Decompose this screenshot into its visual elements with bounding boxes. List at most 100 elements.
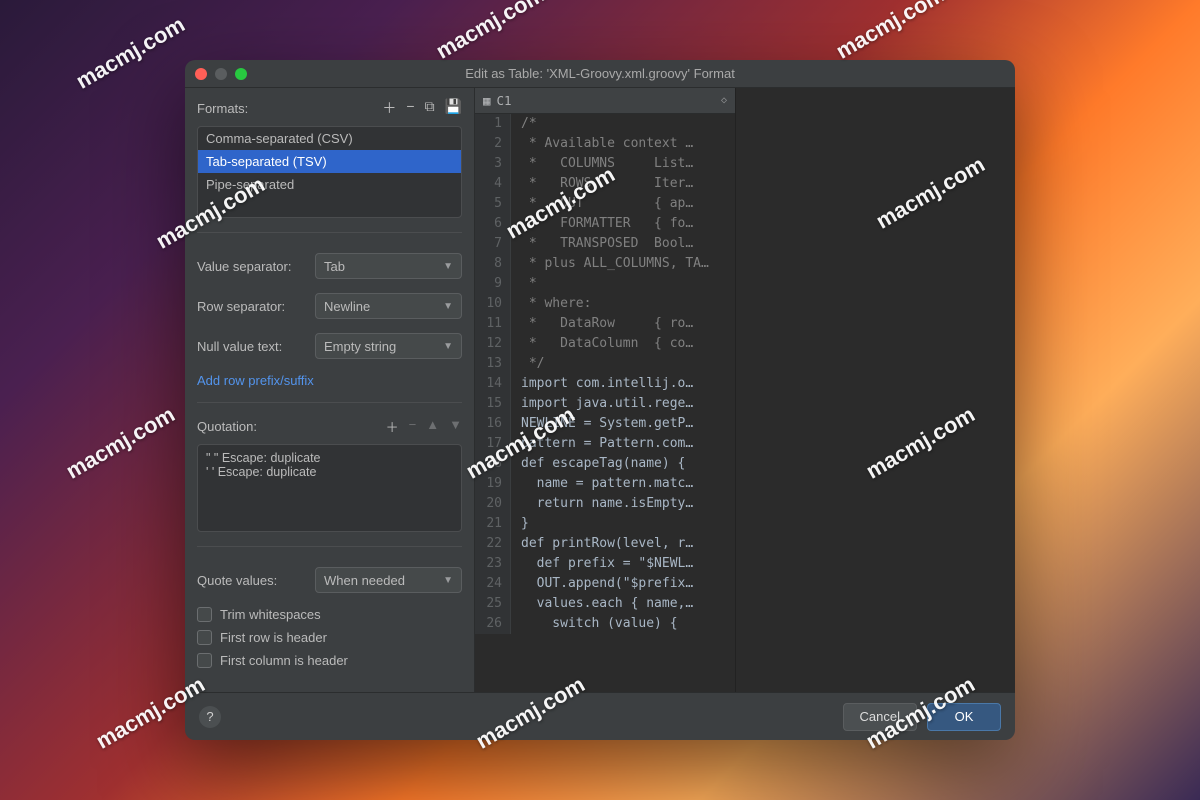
code-line[interactable]: 20 return name.isEmpty…: [475, 494, 735, 514]
code-line[interactable]: 8 * plus ALL_COLUMNS, TA…: [475, 254, 735, 274]
quotation-label: Quotation:: [197, 419, 257, 434]
dialog-window: Edit as Table: 'XML-Groovy.xml.groovy' F…: [185, 60, 1015, 740]
code-line[interactable]: 26 switch (value) {: [475, 614, 735, 634]
code-line[interactable]: 12 * DataColumn { co…: [475, 334, 735, 354]
right-panel: ▦ C1 ◇ 1/*2 * Available context …3 * COL…: [475, 88, 1015, 692]
watermark-text: macmj.com: [62, 401, 180, 484]
chevron-down-icon: ▼: [443, 301, 453, 312]
null-text-label: Null value text:: [197, 339, 307, 354]
value-separator-label: Value separator:: [197, 259, 307, 274]
code-line[interactable]: 16NEWLINE = System.getP…: [475, 414, 735, 434]
code-line[interactable]: 13 */: [475, 354, 735, 374]
code-line[interactable]: 17pattern = Pattern.com…: [475, 434, 735, 454]
watermark-text: macmj.com: [432, 0, 550, 65]
left-panel: Formats: ＋ − ⧉ 💾 Comma-separated (CSV) T…: [185, 88, 475, 692]
formats-label: Formats:: [197, 101, 248, 116]
trim-whitespace-check[interactable]: Trim whitespaces: [197, 607, 462, 622]
code-line[interactable]: 19 name = pattern.matc…: [475, 474, 735, 494]
sort-icon[interactable]: ◇: [721, 95, 727, 106]
code-line[interactable]: 10 * where:: [475, 294, 735, 314]
code-line[interactable]: 15import java.util.rege…: [475, 394, 735, 414]
code-line[interactable]: 4 * ROWS Iter…: [475, 174, 735, 194]
dialog-content: Formats: ＋ − ⧉ 💾 Comma-separated (CSV) T…: [185, 88, 1015, 692]
check-label: First row is header: [220, 630, 327, 645]
null-text-value: Empty string: [324, 339, 396, 354]
watermark-text: macmj.com: [832, 0, 950, 65]
null-text-select[interactable]: Empty string ▼: [315, 333, 462, 359]
checkbox-icon: [197, 607, 212, 622]
value-separator-select[interactable]: Tab ▼: [315, 253, 462, 279]
code-line[interactable]: 2 * Available context …: [475, 134, 735, 154]
add-icon[interactable]: ＋: [382, 98, 396, 118]
code-column-header[interactable]: ▦ C1 ◇: [475, 88, 735, 114]
code-line[interactable]: 18def escapeTag(name) {: [475, 454, 735, 474]
code-line[interactable]: 25 values.each { name,…: [475, 594, 735, 614]
code-line[interactable]: 23 def prefix = "$NEWL…: [475, 554, 735, 574]
code-line[interactable]: 1/*: [475, 114, 735, 134]
remove-icon[interactable]: −: [406, 98, 414, 118]
quotation-header: Quotation: ＋ − ▲ ▼: [197, 417, 462, 436]
save-icon: 💾: [445, 98, 462, 118]
checkbox-icon: [197, 653, 212, 668]
traffic-lights: [195, 68, 247, 80]
code-editor[interactable]: ▦ C1 ◇ 1/*2 * Available context …3 * COL…: [475, 88, 735, 692]
code-line[interactable]: 9 *: [475, 274, 735, 294]
checkbox-icon: [197, 630, 212, 645]
copy-icon[interactable]: ⧉: [425, 98, 435, 118]
quotation-toolbar: ＋ − ▲ ▼: [386, 417, 462, 436]
quotation-list[interactable]: " " Escape: duplicate ' ' Escape: duplic…: [197, 444, 462, 532]
add-prefix-link[interactable]: Add row prefix/suffix: [197, 373, 462, 388]
code-line[interactable]: 5 * OUT { ap…: [475, 194, 735, 214]
row-separator-row: Row separator: Newline ▼: [197, 293, 462, 319]
zoom-icon[interactable]: [235, 68, 247, 80]
first-row-header-check[interactable]: First row is header: [197, 630, 462, 645]
ok-button[interactable]: OK: [927, 703, 1001, 731]
quotation-item[interactable]: " " Escape: duplicate: [206, 451, 453, 465]
add-icon[interactable]: ＋: [386, 417, 399, 436]
quote-values-value: When needed: [324, 573, 405, 588]
separator: [197, 402, 462, 403]
format-item-tsv[interactable]: Tab-separated (TSV): [198, 150, 461, 173]
code-line[interactable]: 24 OUT.append("$prefix…: [475, 574, 735, 594]
code-line[interactable]: 7 * TRANSPOSED Bool…: [475, 234, 735, 254]
first-col-header-check[interactable]: First column is header: [197, 653, 462, 668]
options-checks: Trim whitespaces First row is header Fir…: [197, 607, 462, 668]
dialog-footer: ? Cancel OK: [185, 692, 1015, 740]
close-icon[interactable]: [195, 68, 207, 80]
quotation-item[interactable]: ' ' Escape: duplicate: [206, 465, 453, 479]
column-name: C1: [497, 93, 512, 108]
remove-icon: −: [409, 417, 417, 436]
code-line[interactable]: 22def printRow(level, r…: [475, 534, 735, 554]
code-line[interactable]: 14import com.intellij.o…: [475, 374, 735, 394]
format-item-pipe[interactable]: Pipe-separated: [198, 173, 461, 196]
table-icon: ▦: [483, 93, 491, 108]
code-line[interactable]: 21}: [475, 514, 735, 534]
chevron-down-icon: ▼: [443, 575, 453, 586]
quote-values-select[interactable]: When needed ▼: [315, 567, 462, 593]
format-item-csv[interactable]: Comma-separated (CSV): [198, 127, 461, 150]
row-separator-value: Newline: [324, 299, 370, 314]
check-label: Trim whitespaces: [220, 607, 321, 622]
help-button[interactable]: ?: [199, 706, 221, 728]
formats-header: Formats: ＋ − ⧉ 💾: [197, 98, 462, 118]
separator: [197, 546, 462, 547]
preview-pane: [735, 88, 1015, 692]
value-separator-value: Tab: [324, 259, 345, 274]
watermark-text: macmj.com: [72, 11, 190, 94]
row-separator-select[interactable]: Newline ▼: [315, 293, 462, 319]
code-line[interactable]: 3 * COLUMNS List…: [475, 154, 735, 174]
formats-list[interactable]: Comma-separated (CSV) Tab-separated (TSV…: [197, 126, 462, 218]
code-body[interactable]: 1/*2 * Available context …3 * COLUMNS Li…: [475, 114, 735, 692]
chevron-down-icon: ▼: [443, 341, 453, 352]
value-separator-row: Value separator: Tab ▼: [197, 253, 462, 279]
separator: [197, 232, 462, 233]
check-label: First column is header: [220, 653, 348, 668]
code-line[interactable]: 11 * DataRow { ro…: [475, 314, 735, 334]
quote-values-row: Quote values: When needed ▼: [197, 567, 462, 593]
window-title: Edit as Table: 'XML-Groovy.xml.groovy' F…: [247, 66, 953, 81]
null-text-row: Null value text: Empty string ▼: [197, 333, 462, 359]
cancel-button[interactable]: Cancel: [843, 703, 917, 731]
move-down-icon: ▼: [449, 417, 462, 436]
code-line[interactable]: 6 * FORMATTER { fo…: [475, 214, 735, 234]
quote-values-label: Quote values:: [197, 573, 307, 588]
